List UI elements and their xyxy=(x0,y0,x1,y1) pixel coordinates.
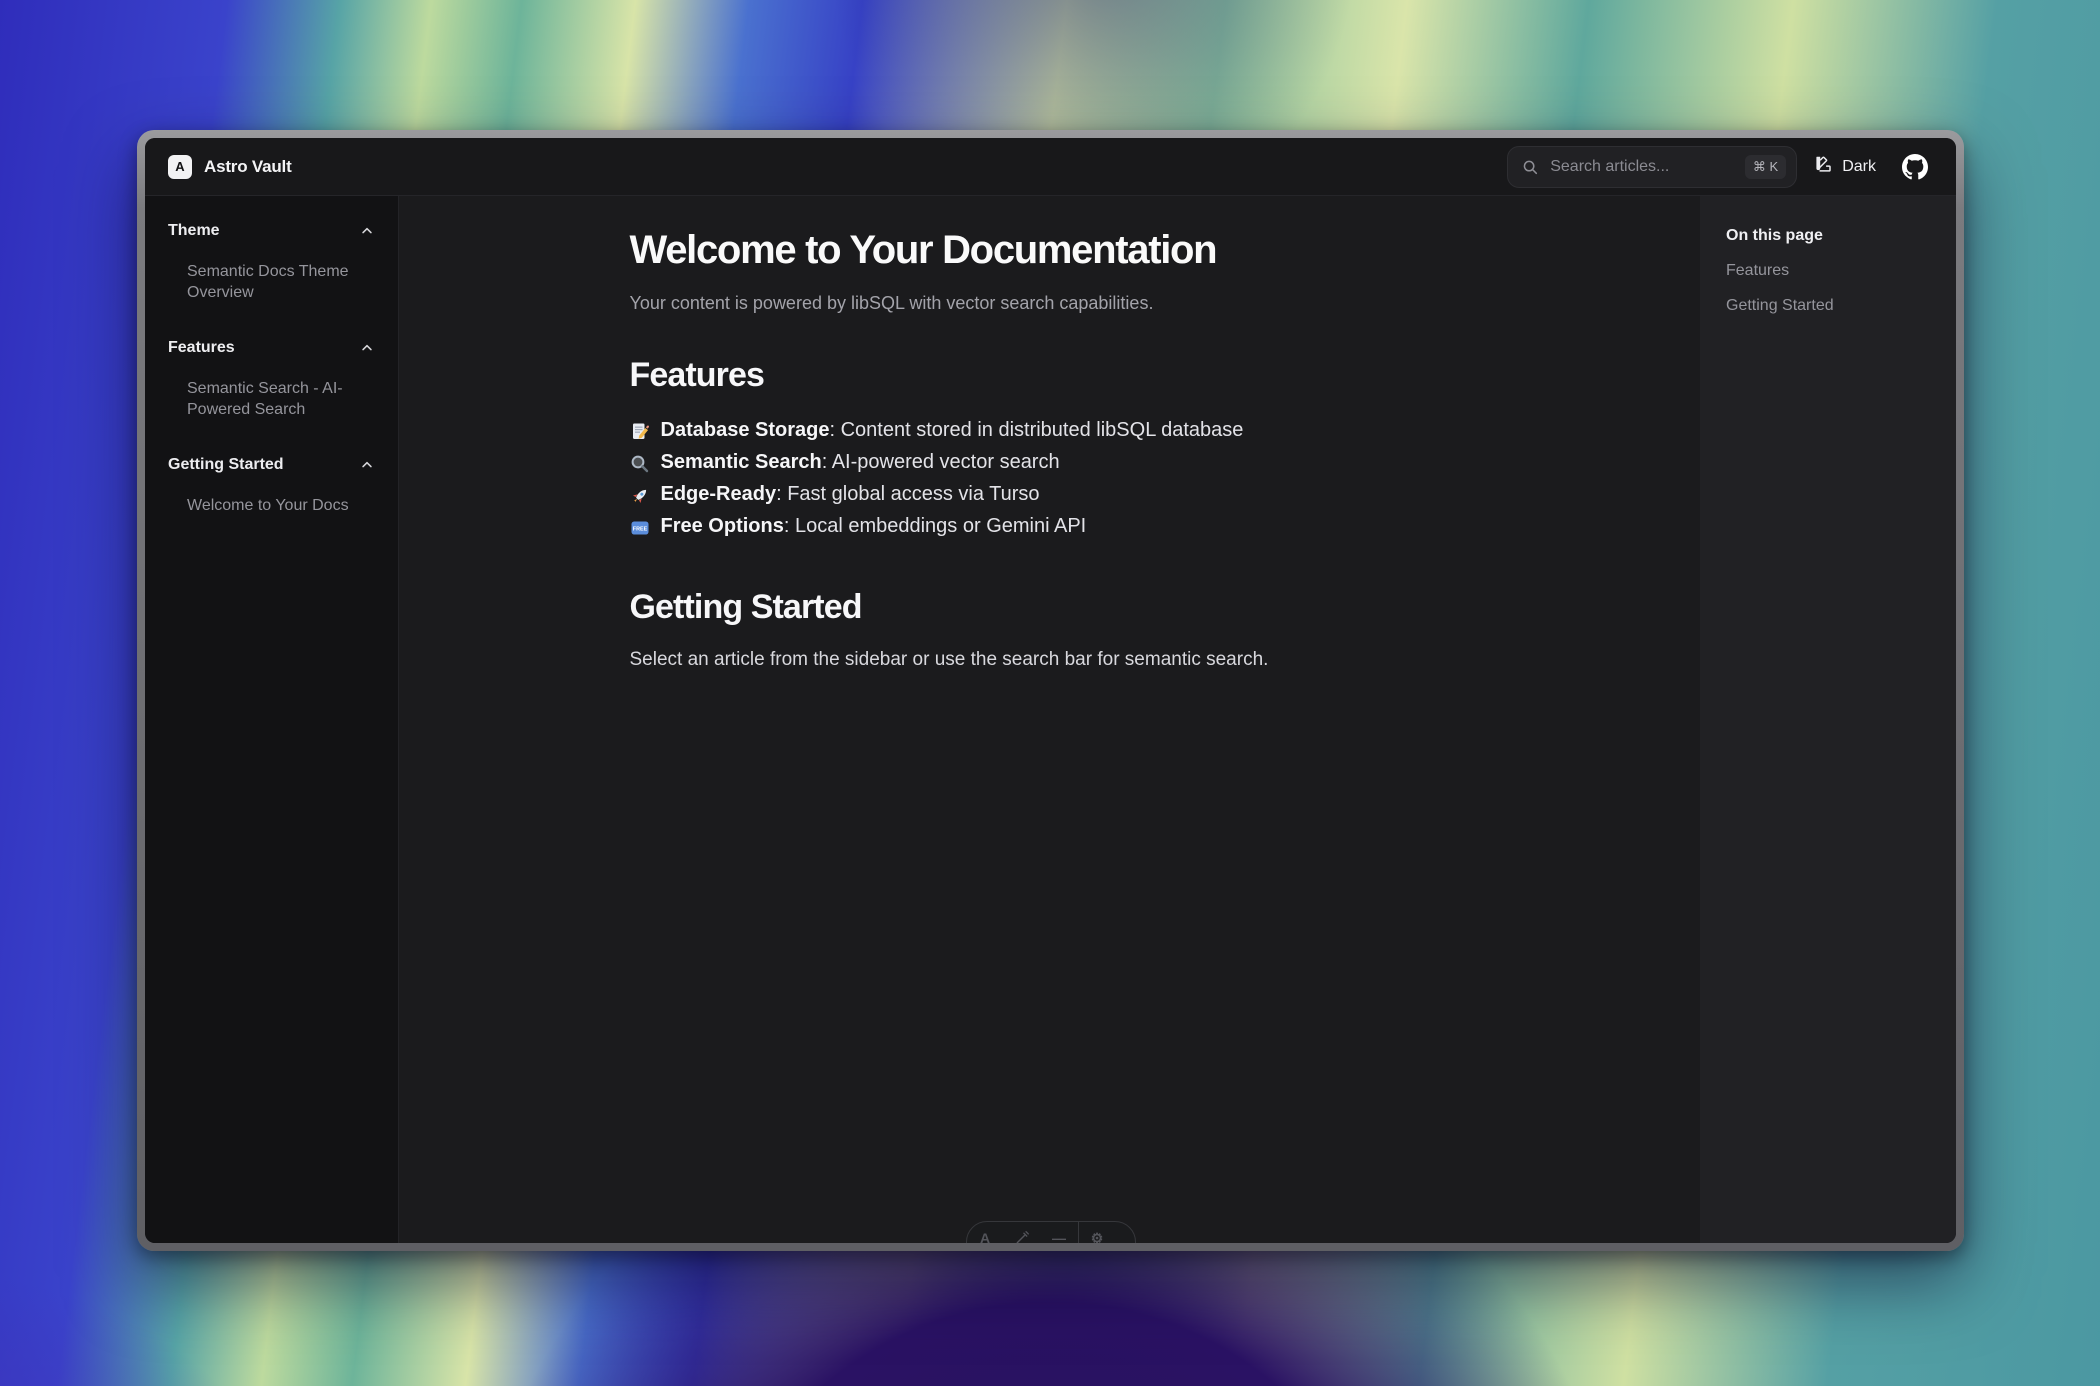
feature-item: FREE Free Options: Local embeddings or G… xyxy=(630,510,1470,542)
sidebar-section-features: Features Semantic Search - AI-Powered Se… xyxy=(168,339,374,420)
sidebar-section-label: Getting Started xyxy=(168,456,284,474)
page-title: Welcome to Your Documentation xyxy=(630,228,1470,273)
feature-text: Semantic Search: AI-powered vector searc… xyxy=(661,446,1060,478)
sidebar-section-features-toggle[interactable]: Features xyxy=(168,339,374,357)
app-header: A Astro Vault ⌘ K xyxy=(145,138,1956,196)
getting-started-text: Select an article from the sidebar or us… xyxy=(630,649,1470,671)
on-this-page-panel: On this page Features Getting Started xyxy=(1700,196,1956,1243)
docs-app: A Astro Vault ⌘ K xyxy=(145,138,1956,1243)
feature-item: Edge-Ready: Fast global access via Turso xyxy=(630,478,1470,510)
app-title: Astro Vault xyxy=(204,157,292,177)
features-heading: Features xyxy=(630,356,1470,395)
feature-text: Free Options: Local embeddings or Gemini… xyxy=(661,510,1087,542)
chevron-up-icon xyxy=(360,224,374,238)
astro-logo-icon[interactable]: A xyxy=(967,1230,1004,1243)
desktop-background: A Astro Vault ⌘ K xyxy=(0,0,2100,1386)
search-bar[interactable]: ⌘ K xyxy=(1507,146,1797,188)
article: Welcome to Your Documentation Your conte… xyxy=(630,228,1470,671)
app-logo: A xyxy=(168,155,192,179)
sidebar-item-welcome-to-your-docs[interactable]: Welcome to Your Docs xyxy=(168,495,358,516)
brand-home-link[interactable]: A Astro Vault xyxy=(168,155,292,179)
svg-text:FREE: FREE xyxy=(632,526,647,532)
feature-item: Database Storage: Content stored in dist… xyxy=(630,414,1470,446)
search-shortcut-badge: ⌘ K xyxy=(1745,155,1786,179)
sidebar-section-getting-started-toggle[interactable]: Getting Started xyxy=(168,456,374,474)
github-icon[interactable] xyxy=(1902,154,1928,180)
search-input[interactable] xyxy=(1548,157,1736,177)
theme-toggle-button[interactable]: Dark xyxy=(1813,154,1876,179)
search-icon xyxy=(1521,158,1539,176)
page-subtitle: Your content is powered by libSQL with v… xyxy=(630,293,1470,314)
sidebar-item-semantic-docs-theme-overview[interactable]: Semantic Docs Theme Overview xyxy=(168,261,358,303)
on-this-page-heading: On this page xyxy=(1726,227,1938,245)
dev-toolbar: A — ⚙ xyxy=(966,1221,1136,1243)
features-list: Database Storage: Content stored in dist… xyxy=(630,414,1470,542)
dev-toolbar-settings-zone: ⚙ xyxy=(1079,1222,1116,1243)
chevron-up-icon xyxy=(360,341,374,355)
window-body: Theme Semantic Docs Theme Overview Featu… xyxy=(145,196,1956,1243)
toc-link-getting-started[interactable]: Getting Started xyxy=(1726,297,1938,315)
sidebar-section-label: Features xyxy=(168,339,235,357)
theme-toggle-label: Dark xyxy=(1842,158,1876,176)
magnifier-icon xyxy=(630,452,650,472)
inspect-icon[interactable] xyxy=(1004,1230,1041,1243)
getting-started-heading: Getting Started xyxy=(630,588,1470,627)
dev-toolbar-main-zone: A — xyxy=(967,1222,1078,1243)
sidebar-section-label: Theme xyxy=(168,222,220,240)
feature-item: Semantic Search: AI-powered vector searc… xyxy=(630,446,1470,478)
free-badge-icon: FREE xyxy=(630,516,650,536)
feature-text: Edge-Ready: Fast global access via Turso xyxy=(661,478,1040,510)
app-window: A Astro Vault ⌘ K xyxy=(137,130,1964,1251)
rocket-icon xyxy=(630,484,650,504)
sidebar-section-theme-toggle[interactable]: Theme xyxy=(168,222,374,240)
sidebar-item-semantic-search[interactable]: Semantic Search - AI-Powered Search xyxy=(168,378,358,420)
audit-icon[interactable]: — xyxy=(1041,1230,1078,1243)
feature-text: Database Storage: Content stored in dist… xyxy=(661,414,1244,446)
toc-link-features[interactable]: Features xyxy=(1726,262,1938,280)
memo-icon xyxy=(630,420,650,440)
settings-icon[interactable]: ⚙ xyxy=(1079,1230,1116,1243)
theme-swatch-icon xyxy=(1813,154,1833,179)
sidebar-section-theme: Theme Semantic Docs Theme Overview xyxy=(168,222,374,303)
sidebar-section-getting-started: Getting Started Welcome to Your Docs xyxy=(168,456,374,516)
main-content: Welcome to Your Documentation Your conte… xyxy=(399,196,1700,1243)
sidebar: Theme Semantic Docs Theme Overview Featu… xyxy=(145,196,399,1243)
chevron-up-icon xyxy=(360,458,374,472)
